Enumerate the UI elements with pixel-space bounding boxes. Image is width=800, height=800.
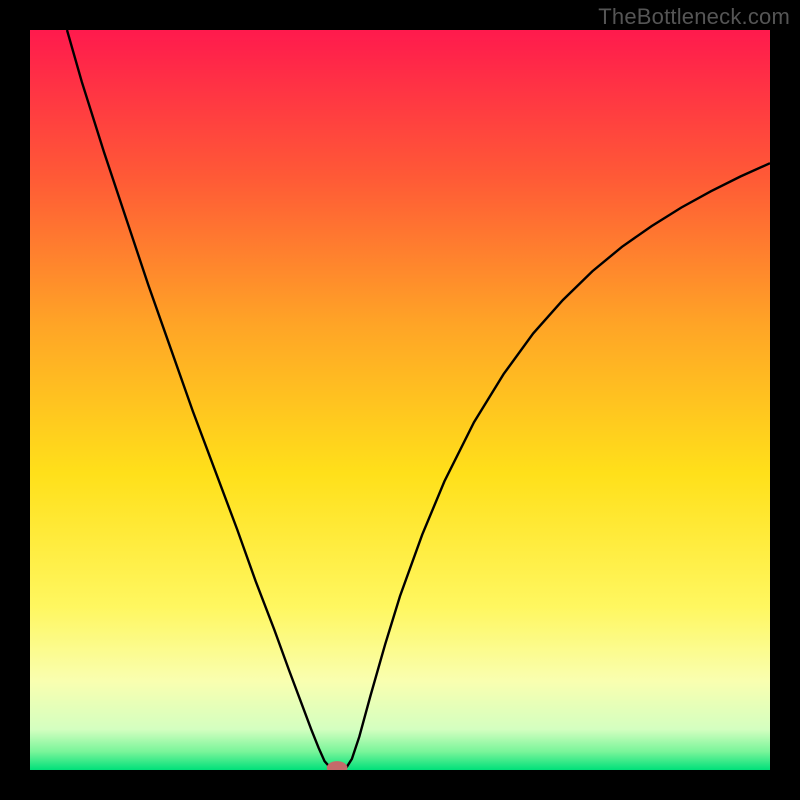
watermark-text: TheBottleneck.com: [598, 4, 790, 30]
plot-frame: [30, 30, 770, 770]
plot-background: [30, 30, 770, 770]
chart-container: TheBottleneck.com: [0, 0, 800, 800]
chart-svg: [30, 30, 770, 770]
